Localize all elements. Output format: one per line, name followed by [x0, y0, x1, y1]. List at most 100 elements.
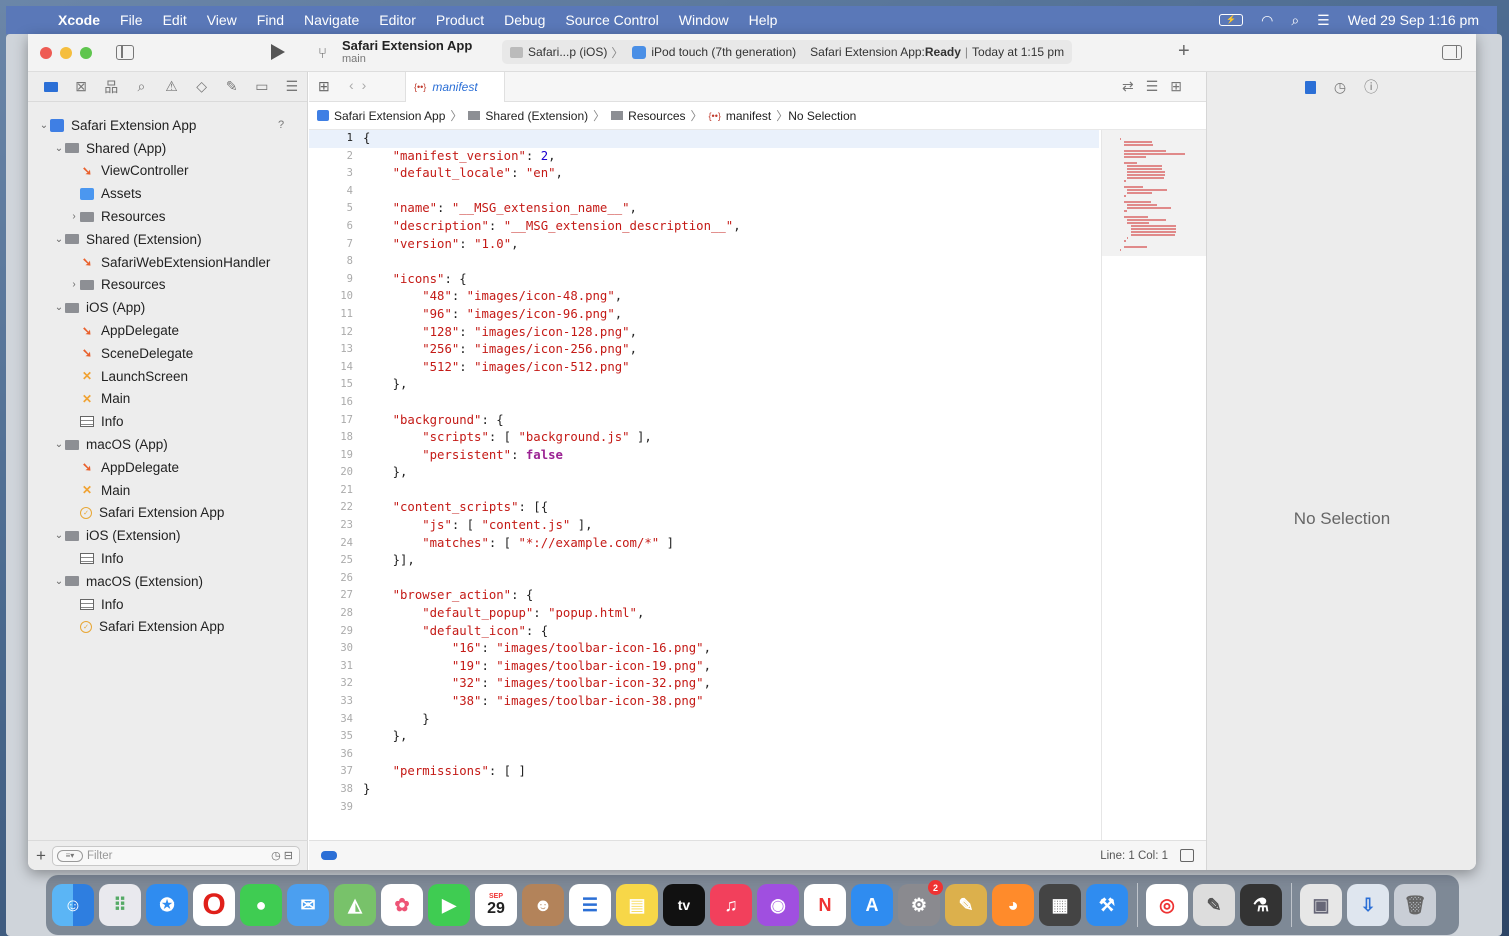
podcasts-icon[interactable]: ◉: [757, 884, 799, 926]
code-line[interactable]: "256": "images/icon-256.png",: [363, 341, 741, 359]
menu-file[interactable]: File: [110, 12, 153, 28]
navigator-toggle-icon[interactable]: [116, 45, 134, 60]
navigator-item[interactable]: ✓ Safari Extension App: [28, 616, 307, 639]
code-line[interactable]: {: [363, 130, 741, 148]
debug-area-toggle-icon[interactable]: [321, 851, 337, 860]
recent-files-icon[interactable]: ◷ ⊟: [271, 849, 299, 862]
photos-icon[interactable]: ✿: [381, 884, 423, 926]
code-line[interactable]: }: [363, 781, 741, 799]
jumpbar-file[interactable]: manifest: [726, 109, 771, 123]
chevron-down-icon[interactable]: ⌄: [53, 143, 65, 154]
notes-icon[interactable]: ▤: [616, 884, 658, 926]
menu-find[interactable]: Find: [247, 12, 294, 28]
device-selector[interactable]: iPod touch (7th generation): [651, 45, 796, 59]
symbol-navigator-tab-icon[interactable]: 品: [96, 77, 126, 97]
breakpoint-navigator-tab-icon[interactable]: ▭: [247, 78, 277, 95]
code-line[interactable]: "512": "images/icon-512.png": [363, 359, 741, 377]
instruments-icon[interactable]: ⚗: [1240, 884, 1282, 926]
code-line[interactable]: "description": "__MSG_extension_descript…: [363, 218, 741, 236]
menu-navigate[interactable]: Navigate: [294, 12, 369, 28]
zoom-window-button[interactable]: [80, 47, 92, 59]
chevron-down-icon[interactable]: ⌄: [53, 302, 65, 313]
code-line[interactable]: },: [363, 376, 741, 394]
inspector-toggle-icon[interactable]: [1442, 45, 1462, 60]
editor-options-icon[interactable]: ⇄☰⊞: [1122, 78, 1194, 95]
scheme-selector[interactable]: Safari...p (iOS): [528, 45, 607, 59]
trash-icon[interactable]: 🗑: [1394, 884, 1436, 926]
navigator-item[interactable]: ⌄ Shared (Extension): [28, 228, 307, 251]
library-add-button[interactable]: +: [1178, 40, 1190, 63]
navigator-item[interactable]: ➘ AppDelegate: [28, 456, 307, 479]
code-line[interactable]: "default_popup": "popup.html",: [363, 605, 741, 623]
code-line[interactable]: "js": [ "content.js" ],: [363, 517, 741, 535]
menu-editor[interactable]: Editor: [369, 12, 426, 28]
safari-icon[interactable]: ✪: [146, 884, 188, 926]
navigator-item[interactable]: ✕ Main: [28, 479, 307, 502]
code-line[interactable]: [363, 482, 741, 500]
chevron-down-icon[interactable]: ⌄: [53, 234, 65, 245]
battery-icon[interactable]: ⚡: [1219, 14, 1244, 26]
code-line[interactable]: [363, 746, 741, 764]
report-navigator-tab-icon[interactable]: ☰: [277, 78, 307, 95]
code-line[interactable]: "browser_action": {: [363, 587, 741, 605]
jumpbar-selection[interactable]: No Selection: [788, 109, 856, 123]
code-line[interactable]: [363, 253, 741, 271]
menu-product[interactable]: Product: [426, 12, 494, 28]
console-toggle-icon[interactable]: [1180, 849, 1194, 862]
code-line[interactable]: "default_icon": {: [363, 623, 741, 641]
test-navigator-tab-icon[interactable]: ◇: [187, 78, 217, 95]
finder-icon[interactable]: ☺: [52, 884, 94, 926]
code-line[interactable]: "default_locale": "en",: [363, 165, 741, 183]
code-line[interactable]: "name": "__MSG_extension_name__",: [363, 200, 741, 218]
source-control-tab-icon[interactable]: ⊠: [66, 78, 96, 95]
code-text[interactable]: { "manifest_version": 2, "default_locale…: [363, 130, 741, 816]
messages-icon[interactable]: ●: [240, 884, 282, 926]
code-line[interactable]: "96": "images/icon-96.png",: [363, 306, 741, 324]
code-line[interactable]: "manifest_version": 2,: [363, 148, 741, 166]
code-line[interactable]: [363, 394, 741, 412]
code-line[interactable]: },: [363, 728, 741, 746]
menu-edit[interactable]: Edit: [153, 12, 197, 28]
script-editor-icon[interactable]: ✎: [1193, 884, 1235, 926]
menu-source-control[interactable]: Source Control: [555, 12, 668, 28]
code-line[interactable]: }],: [363, 552, 741, 570]
navigator-item[interactable]: Info: [28, 547, 307, 570]
quick-help-icon[interactable]: ⓘ: [1364, 77, 1378, 97]
system-preferences-icon[interactable]: ⚙ 2: [898, 880, 943, 926]
code-line[interactable]: "permissions": [ ]: [363, 763, 741, 781]
downloads-icon[interactable]: ⇩: [1347, 884, 1389, 926]
chrome-icon[interactable]: ◎: [1146, 884, 1188, 926]
navigator-item[interactable]: ⌄ Shared (App): [28, 137, 307, 160]
jumpbar-group[interactable]: Shared (Extension): [485, 109, 588, 123]
navigator-item[interactable]: Info: [28, 410, 307, 433]
code-line[interactable]: "128": "images/icon-128.png",: [363, 324, 741, 342]
music-icon[interactable]: ♫: [710, 884, 752, 926]
chevron-down-icon[interactable]: ⌄: [38, 120, 50, 131]
chevron-down-icon[interactable]: ⌄: [53, 530, 65, 541]
xcode-icon[interactable]: ⚒: [1086, 884, 1128, 926]
file-inspector-icon[interactable]: [1304, 80, 1316, 94]
news-icon[interactable]: N: [804, 884, 846, 926]
jumpbar-project[interactable]: Safari Extension App: [334, 109, 445, 123]
navigator-filter-input[interactable]: ≡▾ Filter ◷ ⊟: [51, 845, 300, 866]
navigator-item[interactable]: ➘ AppDelegate: [28, 319, 307, 342]
menu-window[interactable]: Window: [669, 12, 739, 28]
preview-icon[interactable]: ▣: [1300, 884, 1342, 926]
calendar-icon[interactable]: SEP 29: [475, 884, 517, 926]
code-line[interactable]: [363, 570, 741, 588]
code-line[interactable]: "matches": [ "*://example.com/*" ]: [363, 535, 741, 553]
chevron-right-icon[interactable]: ›: [68, 211, 80, 222]
code-line[interactable]: "16": "images/toolbar-icon-16.png",: [363, 640, 741, 658]
code-line[interactable]: }: [363, 711, 741, 729]
code-line[interactable]: "32": "images/toolbar-icon-32.png",: [363, 675, 741, 693]
code-line[interactable]: "19": "images/toolbar-icon-19.png",: [363, 658, 741, 676]
navigator-item[interactable]: ⌄ iOS (Extension): [28, 524, 307, 547]
navigator-item[interactable]: Info: [28, 593, 307, 616]
menu-help[interactable]: Help: [739, 12, 788, 28]
code-line[interactable]: "38": "images/toolbar-icon-38.png": [363, 693, 741, 711]
tv-icon[interactable]: tv: [663, 884, 705, 926]
code-line[interactable]: "icons": {: [363, 271, 741, 289]
project-navigator-tab-icon[interactable]: [36, 79, 66, 95]
control-center-icon[interactable]: ☰: [1317, 12, 1330, 29]
app-store-icon[interactable]: A: [851, 884, 893, 926]
